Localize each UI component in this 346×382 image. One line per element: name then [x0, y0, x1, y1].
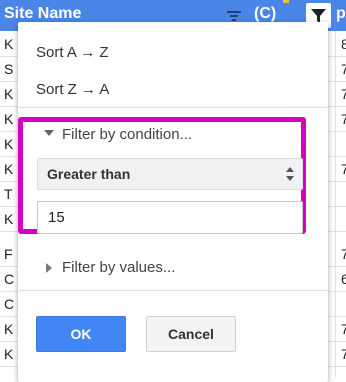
filter-by-values-toggle[interactable]: Filter by values... [62, 259, 175, 276]
cell-a[interactable]: K [4, 36, 13, 52]
cell-a[interactable]: S [4, 61, 13, 77]
cell-a[interactable]: K [4, 321, 13, 337]
cell-a[interactable]: K [4, 86, 13, 102]
expand-right-icon[interactable] [46, 263, 52, 273]
filter-dropdown-panel: Sort A → Z Sort Z → A Filter by conditio… [18, 22, 328, 382]
cell-p[interactable]: 6 [341, 271, 346, 287]
condition-value-input[interactable]: 15 [37, 201, 303, 234]
condition-select[interactable]: Greater than [37, 158, 303, 190]
cell-a[interactable]: F [4, 246, 13, 262]
ok-button[interactable]: OK [36, 316, 126, 352]
cancel-button[interactable]: Cancel [146, 316, 236, 352]
menu-divider [18, 290, 328, 291]
filter-by-condition-toggle[interactable]: Filter by condition... [62, 126, 192, 143]
header-accent-mark [283, 0, 289, 3]
cell-p[interactable]: 7 [341, 346, 346, 362]
cell-a[interactable]: C [4, 296, 14, 312]
cell-p[interactable]: 7 [341, 61, 346, 77]
column-c-header[interactable]: (C) [254, 5, 276, 23]
cell-a[interactable]: K [4, 346, 13, 362]
cell-a[interactable]: K [4, 161, 13, 177]
column-p-header[interactable]: p [336, 5, 346, 23]
expand-down-icon[interactable] [44, 130, 54, 136]
site-name-header[interactable]: Site Name [4, 5, 81, 23]
condition-select-value: Greater than [47, 166, 131, 182]
sort-a-z-option[interactable]: Sort A → Z [36, 44, 109, 61]
cell-a[interactable]: K [4, 111, 13, 127]
cell-p[interactable]: 7 [341, 161, 346, 177]
sort-z-a-option[interactable]: Sort Z → A [36, 81, 109, 98]
filter-lines-icon[interactable] [226, 9, 242, 23]
select-updown-icon [286, 167, 294, 181]
cell-p[interactable]: 7 [341, 321, 346, 337]
cell-p[interactable]: 7 [341, 86, 346, 102]
cell-p[interactable]: 8 [341, 36, 346, 52]
cell-p[interactable]: 7 [341, 246, 346, 262]
cell-p[interactable]: 7 [341, 111, 346, 127]
menu-divider [18, 107, 328, 108]
cell-a[interactable]: K [4, 136, 13, 152]
cell-a[interactable]: K [4, 211, 13, 227]
cell-a[interactable]: C [4, 271, 14, 287]
cell-a[interactable]: T [4, 186, 13, 202]
